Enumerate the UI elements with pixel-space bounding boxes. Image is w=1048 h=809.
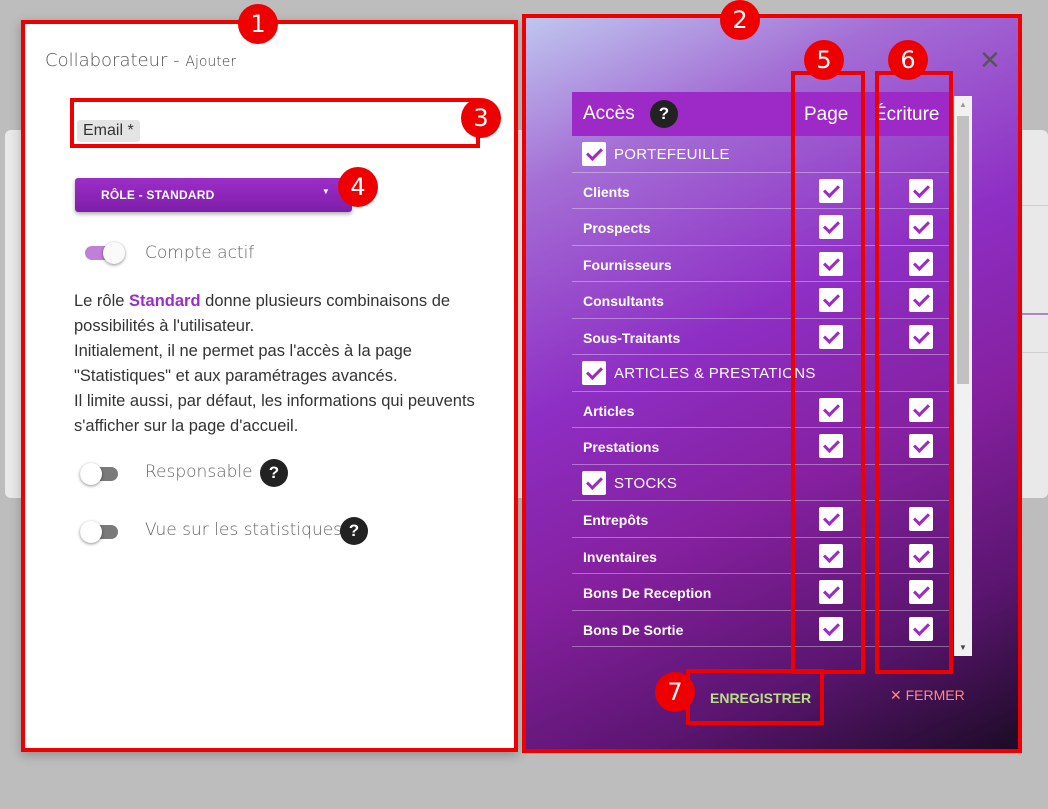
annotation-badge: 7 [655, 672, 695, 712]
chevron-down-icon: ▼ [321, 187, 330, 196]
annotation-badge: 5 [804, 40, 844, 80]
annotation-badge: 4 [338, 167, 378, 207]
section-checkbox[interactable] [582, 142, 606, 166]
row-label: Inventaires [583, 548, 657, 565]
help-icon[interactable]: ? [650, 100, 678, 128]
ecriture-column-highlight [875, 71, 953, 674]
close-icon[interactable]: ✕ [979, 46, 1001, 76]
save-button[interactable]: ENREGISTRER [686, 669, 824, 725]
desc-text: Le rôle [74, 292, 130, 310]
row-label: STOCKS [614, 474, 678, 492]
role-select-button[interactable]: RÔLE - STANDARD ▼ [75, 178, 352, 212]
manager-toggle[interactable] [80, 463, 120, 485]
row-label: PORTEFEUILLE [614, 146, 730, 163]
row-label: Consultants [583, 293, 664, 309]
scroll-down-icon[interactable]: ▼ [959, 643, 967, 652]
desc-text: Initialement, il ne permet pas l'accès à… [74, 342, 412, 385]
title-subtitle: Ajouter [185, 54, 237, 70]
access-rights-panel: ✕ Accès ? Page Écriture PORTEFEUILLE Clie… [522, 14, 1022, 753]
row-label: Fournisseurs [583, 256, 672, 273]
row-label: ARTICLES & PRESTATIONS [614, 365, 816, 382]
help-icon[interactable]: ? [260, 459, 288, 487]
row-label: Bons De Reception [583, 585, 712, 601]
role-button-label: RÔLE - STANDARD [101, 188, 215, 202]
annotation-badge: 2 [720, 0, 760, 40]
row-label: Sous-Traitants [583, 329, 681, 346]
manager-label: Responsable [145, 462, 253, 482]
section-checkbox[interactable] [582, 361, 606, 385]
scrollbar-thumb[interactable] [957, 116, 969, 384]
email-label: Email * [77, 120, 140, 142]
toggle-knob [80, 463, 102, 485]
row-label: Articles [583, 402, 635, 419]
stats-label: Vue sur les statistiques [145, 520, 343, 540]
annotation-badge: 6 [888, 40, 928, 80]
table-scrollbar[interactable]: ▲ ▼ [954, 96, 972, 656]
collaborator-form-panel: Collaborateur - Ajouter Email * RÔLE - S… [21, 20, 518, 752]
background-divider [1020, 313, 1048, 315]
desc-text: Il limite aussi, par défaut, les informa… [74, 392, 475, 435]
toggle-knob [103, 242, 125, 264]
page-title: Collaborateur - Ajouter [45, 50, 236, 71]
help-icon[interactable]: ? [340, 517, 368, 545]
desc-role-name: Standard [129, 292, 201, 310]
page-column-highlight [791, 71, 865, 674]
background-divider [1020, 205, 1048, 206]
active-account-label: Compte actif [145, 243, 255, 263]
active-account-toggle[interactable] [85, 242, 125, 264]
save-label: ENREGISTRER [710, 690, 812, 706]
row-label: Bons De Sortie [583, 621, 684, 638]
header-acces: Accès [583, 103, 635, 124]
close-button[interactable]: ✕ FERMER [890, 687, 965, 704]
stats-toggle[interactable] [80, 521, 120, 543]
background-divider [1020, 352, 1048, 353]
title-main: Collaborateur [45, 50, 168, 71]
title-separator: - [167, 50, 186, 71]
role-description: Le rôle Standard donne plusieurs combina… [74, 289, 494, 439]
scroll-up-icon[interactable]: ▲ [959, 100, 967, 109]
toggle-knob [80, 521, 102, 543]
row-label: Prestations [583, 439, 660, 455]
section-checkbox[interactable] [582, 470, 606, 495]
annotation-badge: 1 [238, 4, 278, 44]
row-label: Clients [583, 183, 630, 200]
email-field[interactable]: Email * [70, 98, 480, 148]
row-label: Entrepôts [583, 512, 649, 528]
row-label: Prospects [583, 220, 651, 236]
annotation-badge: 3 [461, 98, 501, 138]
